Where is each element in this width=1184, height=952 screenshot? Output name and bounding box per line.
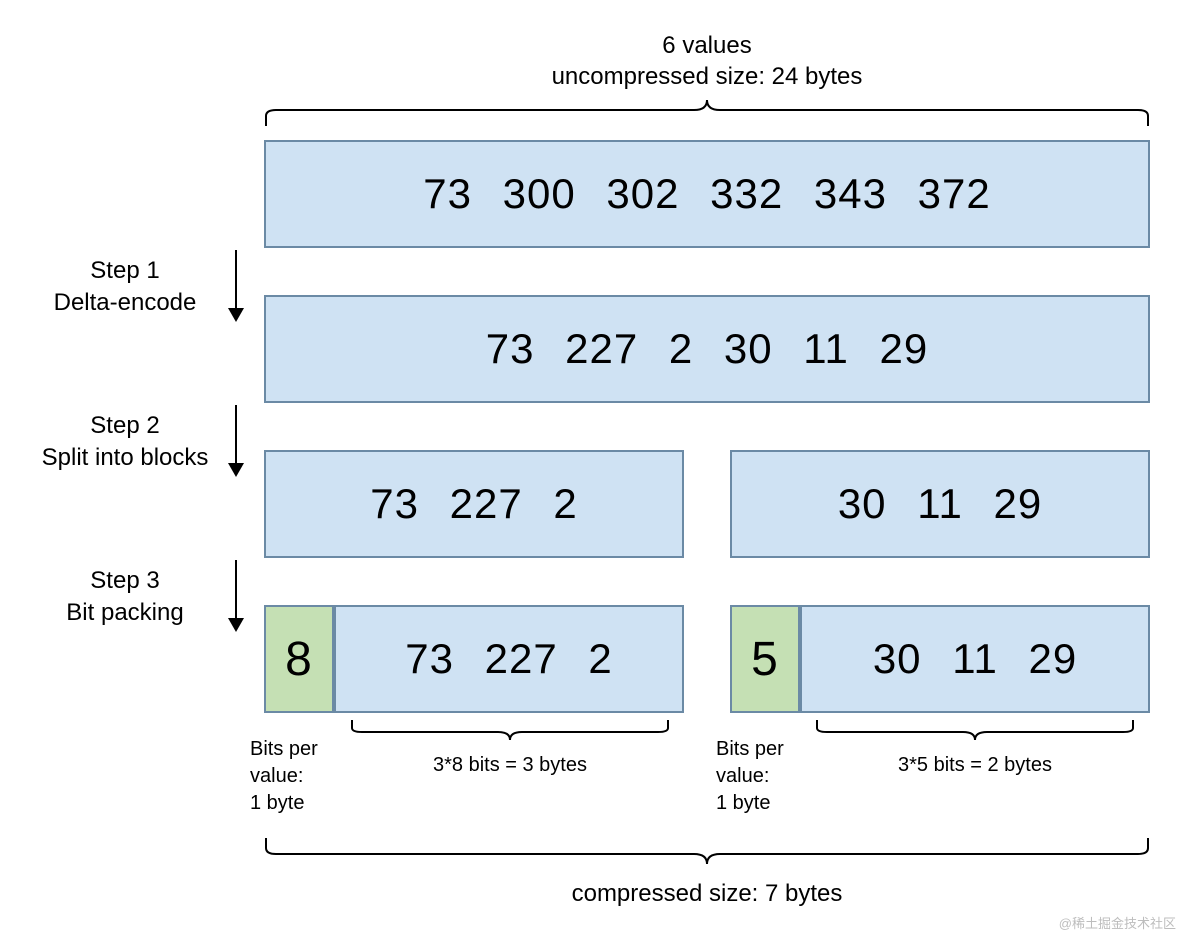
bits-left: 8 [285,632,313,687]
step2-l2: Split into blocks [42,444,209,471]
step3-l2: Bit packing [66,599,183,626]
block-right-box: 30 11 29 [730,450,1150,558]
packed-right-box: 30 11 29 [800,605,1150,713]
arrow-step3 [235,560,237,630]
bpv-left-label: Bits per value: 1 byte [250,736,350,817]
packed-left-values: 73 227 2 [405,635,613,683]
block-left-values: 73 227 2 [370,480,578,528]
step3-l1: Step 3 [90,567,159,594]
bits-per-value-left: 8 [264,605,334,713]
original-values-box: 73 300 302 332 343 372 [264,140,1150,248]
block-right-values: 30 11 29 [838,480,1042,528]
compressed-size: compressed size: 7 bytes [264,880,1150,908]
original-values: 73 300 302 332 343 372 [423,170,990,218]
block-left-box: 73 227 2 [264,450,684,558]
packed-right-values: 30 11 29 [873,635,1077,683]
bpv-l3: 1 byte [250,792,304,814]
bpv-right-label: Bits per value: 1 byte [716,736,816,817]
step1-l2: Delta-encode [54,289,197,316]
step2-label: Step 2 Split into blocks [10,410,240,475]
watermark-sub [1173,936,1176,948]
top-brace [264,100,1150,128]
arrow-step2 [235,405,237,475]
delta-encoded-values: 73 227 2 30 11 29 [486,325,929,373]
step1-l1: Step 1 [90,257,159,284]
step1-label: Step 1 Delta-encode [10,255,240,320]
header-line1: 6 values [662,32,751,59]
step3-label: Step 3 Bit packing [10,565,240,630]
calc-left: 3*8 bits = 3 bytes [350,752,670,779]
bpv-r2: value: [716,765,769,787]
watermark: @稀土掘金技术社区 [1059,913,1176,932]
bpv-l1: Bits per [250,738,318,760]
diagram-stage: 6 values uncompressed size: 24 bytes 73 … [0,0,1184,952]
delta-encoded-box: 73 227 2 30 11 29 [264,295,1150,403]
under-brace-right [815,718,1135,740]
bits-per-value-right: 5 [730,605,800,713]
header-text: 6 values uncompressed size: 24 bytes [264,30,1150,92]
bpv-r3: 1 byte [716,792,770,814]
header-line2: uncompressed size: 24 bytes [552,63,863,90]
bottom-brace [264,836,1150,864]
under-brace-left [350,718,670,740]
calc-right: 3*5 bits = 2 bytes [815,752,1135,779]
bits-right: 5 [751,632,779,687]
packed-left-box: 73 227 2 [334,605,684,713]
bpv-l2: value: [250,765,303,787]
arrow-step1 [235,250,237,320]
step2-l1: Step 2 [90,412,159,439]
bpv-r1: Bits per [716,738,784,760]
